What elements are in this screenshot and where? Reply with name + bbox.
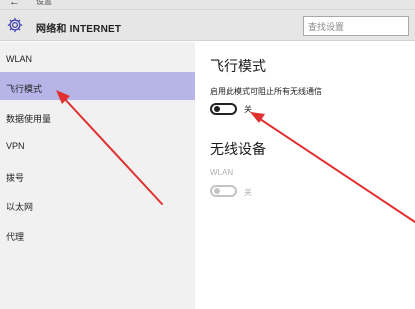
sidebar-item-ethernet[interactable]: 以太网 [0,190,195,218]
wlan-device-label: WLAN [210,168,234,177]
sidebar-item-proxy[interactable]: 代理 [0,220,195,248]
wlan-device-state: 关 [244,188,252,197]
main-content: 飞行模式 启用此模式可阻止所有无线通信 关 无线设备 WLAN 关 [195,42,415,309]
sidebar-item-wlan[interactable]: WLAN [0,44,195,72]
airplane-mode-toggle[interactable] [210,103,237,115]
window-titlebar: ← 设置 [0,0,415,10]
sidebar-item-airplane-mode[interactable]: 飞行模式 [0,72,195,100]
back-arrow-icon[interactable]: ← [9,0,20,8]
sidebar-item-vpn[interactable]: VPN [0,131,195,159]
gear-icon [7,17,23,33]
search-input[interactable]: 查找设置 [303,16,409,36]
page-title: 网络和 INTERNET [36,24,122,35]
airplane-mode-state: 关 [244,105,252,114]
toggle-knob [214,106,220,112]
airplane-mode-title: 飞行模式 [210,58,266,74]
sidebar: WLAN 飞行模式 数据使用量 VPN 拨号 以太网 代理 [0,42,195,309]
toggle-knob [214,188,220,194]
window-title: 设置 [36,0,52,6]
settings-header: 网络和 INTERNET 查找设置 [0,10,415,41]
sidebar-item-dialup[interactable]: 拨号 [0,161,195,189]
sidebar-item-data-usage[interactable]: 数据使用量 [0,102,195,130]
wireless-devices-title: 无线设备 [210,141,266,157]
wlan-device-toggle[interactable] [210,185,237,197]
airplane-mode-description: 启用此模式可阻止所有无线通信 [210,87,322,96]
